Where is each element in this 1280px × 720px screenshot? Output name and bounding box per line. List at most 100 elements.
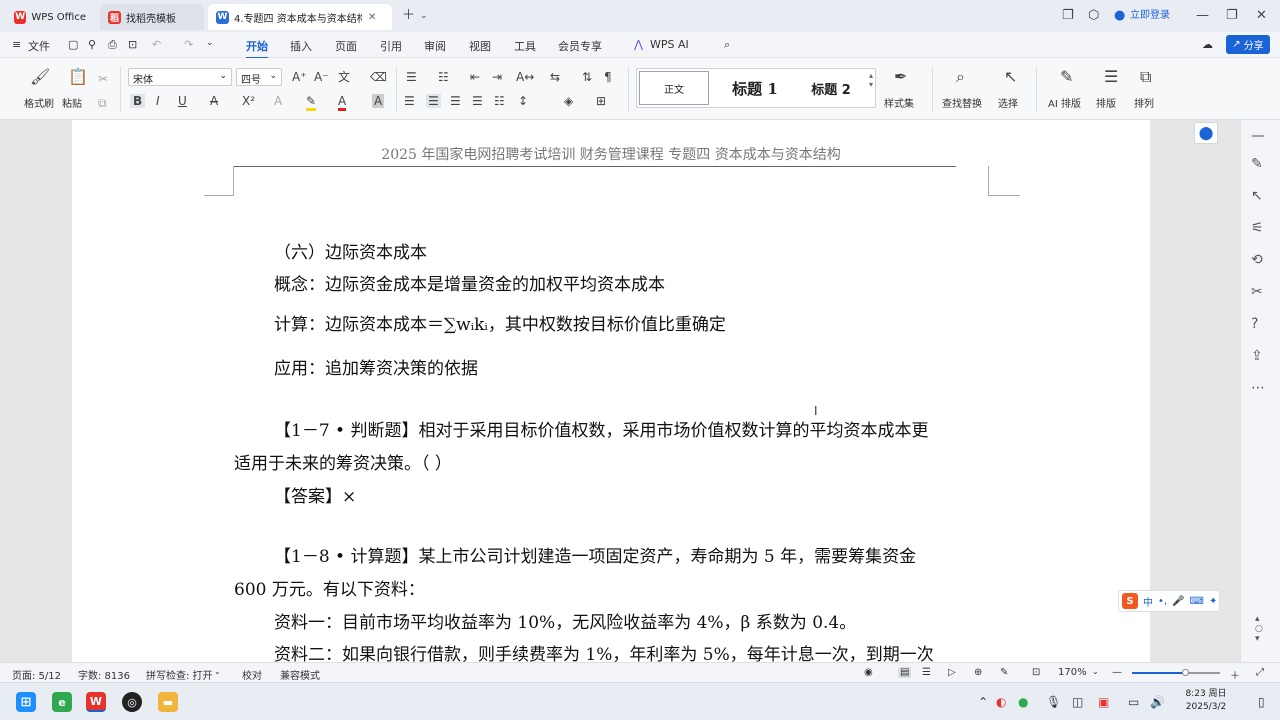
copy-icon[interactable]: ⧉	[98, 96, 107, 110]
app-icon[interactable]: ◎	[122, 692, 142, 712]
minimize-icon[interactable]: —	[1196, 8, 1209, 24]
clear-format-icon[interactable]: ⌫	[370, 70, 387, 84]
tools-icon[interactable]: ✂	[1251, 284, 1263, 300]
mic-icon[interactable]: 🎤	[1172, 596, 1184, 607]
cut-icon[interactable]: ✂	[98, 72, 108, 86]
select-icon[interactable]: ↖	[1004, 69, 1017, 85]
zoom-slider[interactable]	[1132, 669, 1220, 676]
border-icon[interactable]: ⊞	[596, 94, 606, 108]
menu-review[interactable]: 审阅	[424, 38, 446, 54]
window-layout-icon[interactable]: ❐	[1062, 8, 1074, 24]
wps-taskbar-icon[interactable]: W	[86, 692, 106, 712]
arrange-button[interactable]: 排列	[1134, 95, 1154, 110]
eye-icon[interactable]: ◉	[864, 667, 873, 678]
char-spacing-icon[interactable]: A↔	[516, 70, 534, 84]
chevron-down-icon[interactable]: ⌄	[1092, 667, 1099, 676]
menu-member[interactable]: 会员专享	[558, 38, 602, 54]
superscript-icon[interactable]: X²	[242, 94, 255, 108]
sort-icon[interactable]: ⇅	[582, 70, 592, 84]
char-shading-icon[interactable]: A	[372, 94, 385, 108]
keyboard-icon[interactable]: ⌨	[1190, 596, 1204, 607]
search-icon[interactable]: ⌕	[724, 38, 730, 52]
zoom-slider-thumb[interactable]	[1182, 669, 1189, 676]
link-icon[interactable]: ⚲	[88, 38, 96, 51]
pointer-icon[interactable]: ↖	[1251, 188, 1263, 204]
style-set-button[interactable]: 样式集	[884, 95, 914, 110]
align-center-icon[interactable]: ☰	[426, 94, 441, 108]
bullet-list-icon[interactable]: ☰	[406, 70, 417, 84]
page-indicator[interactable]: 页面: 5/12	[12, 667, 61, 682]
style-heading1[interactable]: 标题 1	[717, 71, 793, 105]
zoom-level[interactable]: 170%	[1058, 667, 1087, 678]
edge-icon[interactable]: e	[52, 692, 72, 712]
menu-home[interactable]: 开始	[246, 38, 268, 59]
close-window-icon[interactable]: ✕	[1256, 8, 1267, 24]
windows-start-icon[interactable]: ⊞	[16, 692, 36, 712]
chevron-down-icon[interactable]: ⌄	[214, 667, 221, 676]
tray-overflow-icon[interactable]: ⌃	[978, 695, 988, 709]
fullscreen-icon[interactable]: ⤢	[1256, 667, 1264, 678]
increase-font-icon[interactable]: A⁺	[292, 70, 307, 84]
paste-button[interactable]: 粘贴	[62, 95, 82, 110]
underline-icon[interactable]: U	[178, 94, 187, 108]
justify-icon[interactable]: ☰	[472, 94, 483, 108]
login-link[interactable]: 立即登录	[1130, 8, 1170, 24]
menu-tools[interactable]: 工具	[514, 38, 536, 54]
tab-document[interactable]: W 4.专题四 资本成本与资本结构 ✕	[208, 4, 392, 30]
style-heading2[interactable]: 标题 2	[797, 71, 865, 105]
menu-view[interactable]: 视图	[469, 38, 491, 54]
decrease-font-icon[interactable]: A⁻	[314, 70, 329, 84]
style-set-icon[interactable]: ✒	[894, 69, 907, 85]
file-explorer-icon[interactable]: ▬	[158, 692, 178, 712]
restore-icon[interactable]: ❐	[1226, 8, 1238, 24]
close-icon[interactable]: ✕	[368, 12, 376, 23]
more-icon[interactable]: ⋯	[1251, 380, 1265, 396]
cube-icon[interactable]: ⬡	[1088, 8, 1099, 24]
edit-icon[interactable]: ✎	[1251, 156, 1263, 172]
layout-button[interactable]: 排版	[1096, 95, 1116, 110]
proofread[interactable]: 校对	[242, 667, 262, 682]
zoom-in-icon[interactable]: ＋	[1230, 667, 1240, 682]
save-icon[interactable]: ▢	[68, 38, 78, 51]
pen-icon[interactable]: ✎	[1000, 667, 1008, 678]
cast-icon[interactable]: ▣	[1098, 695, 1109, 709]
style-scroll-icon[interactable]: ▴ ▾	[869, 71, 873, 89]
paste-icon[interactable]: 📋	[68, 69, 88, 85]
outline-view-icon[interactable]: ☰	[922, 667, 931, 678]
line-spacing-icon[interactable]: ↕	[518, 94, 528, 108]
undo-icon[interactable]: ↶	[152, 38, 161, 51]
cloud-upload-icon[interactable]: ☁	[1202, 38, 1213, 51]
font-name-select[interactable]: 宋体 ⌄	[128, 68, 232, 86]
scroll-arrows-icon[interactable]: ▴ ○ ▾	[1255, 614, 1263, 644]
preview-icon[interactable]: ⊡	[128, 38, 137, 51]
chevron-down-icon[interactable]: ⌄	[420, 8, 428, 24]
phonetic-icon[interactable]: 文	[338, 70, 350, 84]
format-painter-button[interactable]: 格式刷	[24, 95, 54, 110]
play-icon[interactable]: ▷	[948, 667, 956, 678]
mic-tray-icon[interactable]: 🎙	[1046, 695, 1061, 709]
layout-icon[interactable]: ☰	[1104, 69, 1118, 85]
spell-check[interactable]: 拼写检查: 打开	[146, 667, 213, 682]
ai-layout-icon[interactable]: ✎	[1060, 69, 1073, 85]
font-color-icon[interactable]: A	[338, 94, 347, 111]
wifi-icon[interactable]: ▭	[1128, 695, 1139, 709]
tab-template[interactable]: 稻 找稻壳模板	[100, 4, 204, 30]
new-tab-icon[interactable]: ＋	[402, 8, 415, 24]
show-marks-icon[interactable]: ¶	[604, 70, 612, 84]
clock[interactable]: 8:23 周日 2025/3/2	[1180, 688, 1232, 714]
more-chevron-icon[interactable]: ⌄	[206, 38, 214, 48]
document-page[interactable]: 2025 年国家电网招聘考试培训 财务管理课程 专题四 资本成本与资本结构 （六…	[72, 120, 1150, 662]
bold-icon[interactable]: B	[130, 94, 146, 108]
menu-reference[interactable]: 引用	[380, 38, 402, 54]
web-view-icon[interactable]: ⊕	[974, 667, 982, 678]
distribute-icon[interactable]: ☷	[494, 94, 505, 108]
arrange-icon[interactable]: ⧉	[1140, 69, 1151, 85]
numbered-list-icon[interactable]: ☷	[438, 70, 449, 84]
menu-insert[interactable]: 插入	[290, 38, 312, 54]
find-icon[interactable]: ⌕	[956, 69, 965, 85]
strikethrough-icon[interactable]: A	[210, 94, 218, 108]
text-effect-icon[interactable]: A	[274, 94, 282, 108]
italic-icon[interactable]: I	[156, 94, 160, 108]
format-painter-icon[interactable]: 🖌	[30, 69, 50, 85]
redo-icon[interactable]: ↷	[184, 38, 193, 51]
